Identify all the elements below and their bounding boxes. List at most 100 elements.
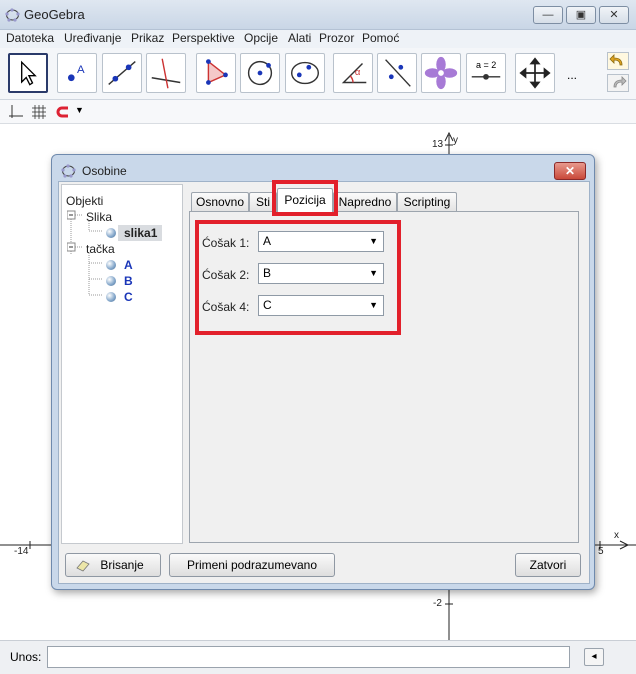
- point-object-icon: [106, 276, 116, 286]
- x-axis-label: x: [614, 530, 619, 541]
- tree-item-point-c[interactable]: C: [124, 290, 133, 304]
- ellipse-icon: [290, 61, 320, 85]
- corner-2-label: Ćošak 2:: [202, 268, 250, 282]
- flower-icon: [424, 56, 458, 90]
- move-arrows-icon: [519, 57, 551, 89]
- dialog-close-button[interactable]: ✕: [554, 162, 586, 180]
- point-icon: A: [67, 64, 85, 82]
- point-object-icon: [106, 260, 116, 270]
- corner-1-label: Ćošak 1:: [202, 236, 250, 250]
- point-object-icon: [106, 292, 116, 302]
- polygon-icon: [206, 59, 228, 85]
- conic-tool[interactable]: [285, 53, 325, 93]
- tree-root: Objekti: [66, 194, 104, 208]
- x-tick-5: 5: [598, 546, 604, 557]
- title-bar: GeoGebra — ▣ ✕: [0, 0, 636, 30]
- image-object-icon: [106, 228, 116, 238]
- minimize-button[interactable]: —: [533, 6, 563, 24]
- tree-group-slika[interactable]: Slika: [86, 210, 112, 224]
- point-capture-dropdown-icon[interactable]: ▼: [75, 105, 84, 115]
- axes-toggle-icon[interactable]: [8, 104, 24, 120]
- slider-label: a = 2: [476, 60, 497, 70]
- menu-prikaz[interactable]: Prikaz: [131, 31, 164, 45]
- image-tool[interactable]: [421, 53, 461, 93]
- chevron-down-icon: ▼: [369, 236, 378, 246]
- delete-button-label: Brisanje: [100, 558, 144, 572]
- eraser-icon: [76, 560, 90, 572]
- menu-alati[interactable]: Alati: [288, 31, 311, 45]
- tree-item-slika1[interactable]: slika1: [118, 225, 162, 241]
- corner-4-value: C: [263, 298, 272, 312]
- point-tool[interactable]: A: [57, 53, 97, 93]
- corner-2-value: B: [263, 266, 272, 280]
- corner-4-select[interactable]: C ▼: [258, 295, 384, 316]
- magnet-icon[interactable]: [56, 104, 72, 120]
- move-graphics-tool[interactable]: [515, 53, 555, 93]
- redo-icon: [613, 76, 627, 88]
- perpendicular-tool[interactable]: [146, 53, 186, 93]
- circle-icon: [247, 60, 273, 86]
- x-tick-neg14: -14: [14, 546, 29, 557]
- tab-napredno[interactable]: Napredno: [333, 192, 397, 211]
- style-bar: ▼: [0, 100, 636, 124]
- redo-button[interactable]: [607, 74, 629, 92]
- maximize-button[interactable]: ▣: [566, 6, 596, 24]
- more-tools[interactable]: ...: [567, 68, 577, 82]
- svg-text:A: A: [77, 64, 85, 76]
- grid-toggle-icon[interactable]: [31, 104, 47, 120]
- tree-group-tacka[interactable]: tačka: [86, 242, 115, 256]
- menu-prozor[interactable]: Prozor: [319, 31, 354, 45]
- properties-dialog: Osobine ✕ Objekti Slika slika1 tačka A B…: [51, 154, 595, 590]
- dialog-body: Objekti Slika slika1 tačka A B C Osnovno…: [58, 180, 590, 584]
- input-label: Unos:: [10, 650, 42, 664]
- y-axis-label: y: [453, 135, 458, 146]
- object-tree: Objekti Slika slika1 tačka A B C: [61, 184, 183, 544]
- corner-1-select[interactable]: A ▼: [258, 231, 384, 252]
- reflect-icon: [385, 59, 411, 87]
- undo-button[interactable]: [607, 52, 629, 70]
- tree-item-point-b[interactable]: B: [124, 274, 133, 288]
- input-help-button[interactable]: ◂: [584, 648, 604, 666]
- menu-bar: Datoteka Uređivanje Prikaz Perspektive O…: [0, 30, 636, 48]
- arrow-cursor-icon: [21, 60, 37, 86]
- close-button[interactable]: Zatvori: [515, 553, 581, 577]
- y-tick-neg2: -2: [433, 598, 442, 609]
- corner-1-value: A: [263, 234, 272, 248]
- angle-tool[interactable]: α: [333, 53, 373, 93]
- properties-tabs: Osnovno Sti Pozicija Napredno Scripting …: [187, 180, 585, 546]
- move-tool[interactable]: [8, 53, 48, 93]
- menu-pomoc[interactable]: Pomoć: [362, 31, 399, 45]
- line-icon: [108, 61, 136, 85]
- tab-highlight-box: [272, 180, 338, 216]
- dialog-title: Osobine: [82, 164, 127, 178]
- tree-item-point-a[interactable]: A: [124, 258, 133, 272]
- chevron-down-icon: ▼: [369, 300, 378, 310]
- menu-datoteka[interactable]: Datoteka: [6, 31, 54, 45]
- geogebra-logo-icon: [61, 164, 76, 178]
- tree-item-slika1-label: slika1: [124, 226, 158, 240]
- input-field[interactable]: [47, 646, 570, 668]
- help-arrow-icon: ◂: [591, 651, 597, 662]
- slider-tool[interactable]: a = 2: [466, 53, 506, 93]
- polygon-tool[interactable]: [196, 53, 236, 93]
- apply-defaults-button[interactable]: Primeni podrazumevano: [169, 553, 335, 577]
- window-close-button[interactable]: ✕: [599, 6, 629, 24]
- menu-uredjivanje[interactable]: Uređivanje: [64, 31, 121, 45]
- corner-4-label: Ćošak 4:: [202, 300, 250, 314]
- geogebra-logo-icon: [5, 8, 20, 22]
- chevron-down-icon: ▼: [369, 268, 378, 278]
- close-icon: ✕: [564, 164, 576, 178]
- corner-2-select[interactable]: B ▼: [258, 263, 384, 284]
- delete-button[interactable]: Brisanje: [65, 553, 161, 577]
- menu-perspektive[interactable]: Perspektive: [172, 31, 235, 45]
- tab-osnovno[interactable]: Osnovno: [191, 192, 249, 211]
- circle-tool[interactable]: [240, 53, 280, 93]
- y-tick-13: 13: [432, 139, 444, 150]
- tab-scripting[interactable]: Scripting: [397, 192, 457, 211]
- window-title: GeoGebra: [24, 7, 85, 22]
- reflect-tool[interactable]: [377, 53, 417, 93]
- toolbar: A α a = 2 ...: [0, 48, 636, 100]
- menu-opcije[interactable]: Opcije: [244, 31, 278, 45]
- angle-icon: α: [341, 62, 367, 84]
- line-tool[interactable]: [102, 53, 142, 93]
